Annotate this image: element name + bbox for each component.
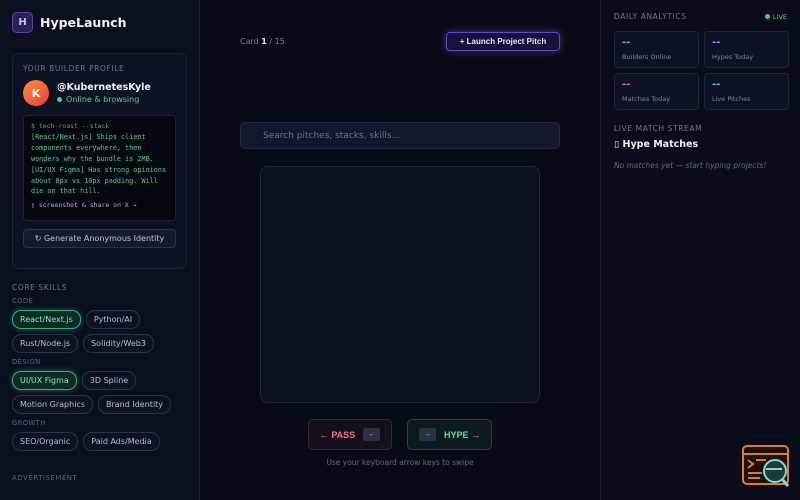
stat-label: Hypes Today (712, 53, 754, 61)
skill-chip-react-nextjs[interactable]: React/Next.js (12, 310, 81, 329)
stat-label: Builders Online (622, 53, 672, 61)
card-counter: Card 1 / 15 (240, 37, 285, 46)
online-status-text: Online & browsing (66, 95, 140, 104)
terminal-line: [React/Next.js] Ships client (31, 133, 146, 141)
skill-chip-paid-ads-media[interactable]: Paid Ads/Media (83, 432, 160, 451)
skill-chip-ui-ux-figma[interactable]: UI/UX Figma (12, 371, 77, 390)
tech-roast-terminal: $ tech-roast --stack [React/Next.js] Shi… (23, 115, 176, 221)
core-skills-title: CORE SKILLS (12, 283, 68, 292)
stat-matches-today: -- Matches Today (614, 73, 699, 110)
stat-value: -- (712, 79, 721, 90)
terminal-line: components everywhere, then (31, 143, 142, 152)
stats-grid: -- Builders Online -- Hypes Today -- Mat… (614, 31, 789, 110)
skill-chip-3d-spline[interactable]: 3D Spline (81, 371, 137, 390)
brand-logo-icon: H (12, 11, 33, 33)
share-on-x-link[interactable]: ▯ screenshot & share on X → (31, 201, 168, 209)
hype-label: HYPE → (443, 429, 480, 440)
stream-title: LIVE MATCH STREAM (614, 124, 703, 133)
stat-hypes-today: -- Hypes Today (704, 31, 789, 68)
search-input[interactable] (240, 122, 560, 149)
card-counter-total: / 15 (269, 37, 285, 46)
mascot-search-icon[interactable] (742, 445, 789, 488)
analytics-title: DAILY ANALYTICS (614, 12, 687, 21)
skill-chip-motion-graphics[interactable]: Motion Graphics (12, 395, 93, 414)
generate-identity-button[interactable]: ↻ Generate Anonymous Identity (23, 229, 176, 248)
username: @KubernetesKyle (57, 82, 151, 93)
launch-project-pitch-button[interactable]: + Launch Project Pitch (446, 32, 560, 51)
core-skills-section: CORE SKILLS CODE React/Next.js Python/AI… (12, 283, 187, 451)
right-arrow-key-icon: → (418, 428, 436, 441)
left-arrow-key-icon: ← (363, 428, 381, 441)
online-status: Online & browsing (57, 95, 151, 104)
profile-section-title: YOUR BUILDER PROFILE (23, 64, 125, 73)
brand-name: HypeLaunch (40, 14, 127, 30)
skill-chip-python-ai[interactable]: Python/AI (85, 310, 141, 329)
builder-profile-card: YOUR BUILDER PROFILE K @KubernetesKyle O… (12, 53, 187, 269)
stat-value: -- (622, 79, 631, 90)
left-sidebar: H HypeLaunch YOUR BUILDER PROFILE K @Kub… (0, 0, 200, 500)
skill-chip-solidity-web3[interactable]: Solidity/Web3 (83, 334, 154, 353)
pass-label: ← PASS (319, 429, 356, 440)
live-text: LIVE (772, 12, 787, 21)
advertisement-label: ADVERTISEMENT (12, 474, 78, 482)
stat-live-pitches: -- Live Pitches (704, 73, 789, 110)
stat-label: Matches Today (622, 95, 671, 103)
analytics-header: DAILY ANALYTICS LIVE (614, 12, 787, 21)
pitch-card[interactable] (260, 166, 540, 403)
terminal-output: [React/Next.js] Ships client components … (31, 132, 168, 197)
terminal-line: [UI/UX Figma] Has strong opinions (31, 165, 167, 174)
skill-chip-rust-nodejs[interactable]: Rust/Node.js (12, 334, 79, 353)
hype-matches-title: ▯ Hype Matches (614, 139, 699, 150)
brand[interactable]: H HypeLaunch (12, 10, 187, 34)
online-dot-icon (57, 97, 62, 102)
keyboard-hint: Use your keyboard arrow keys to swipe (326, 458, 474, 467)
skill-chips-code: React/Next.js Python/AI Rust/Node.js Sol… (12, 310, 187, 353)
card-counter-index: 1 (261, 37, 267, 46)
stat-builders-online: -- Builders Online (614, 31, 699, 68)
pass-button[interactable]: ← PASS ← (308, 419, 392, 450)
stat-value: -- (712, 37, 721, 48)
main-swipe-area: Card 1 / 15 + Launch Project Pitch ← PAS… (200, 0, 600, 500)
stat-value: -- (622, 37, 631, 48)
terminal-line: about 8px vs 10px padding. Will (31, 176, 158, 185)
skill-group-label-code: CODE (12, 297, 34, 305)
live-match-stream: LIVE MATCH STREAM ▯ Hype Matches No matc… (614, 124, 787, 170)
stat-label: Live Pitches (712, 95, 751, 103)
live-indicator: LIVE (764, 12, 787, 21)
skill-group-label-design: DESIGN (12, 358, 41, 366)
skill-chips-growth: SEO/Organic Paid Ads/Media (12, 432, 187, 451)
card-counter-label: Card (240, 37, 259, 46)
matches-empty-state: No matches yet — start hyping projects! (614, 161, 767, 170)
skill-chip-seo-organic[interactable]: SEO/Organic (12, 432, 79, 451)
terminal-line: wonders why the bundle is 2MB. (31, 154, 154, 163)
skill-chip-brand-identity[interactable]: Brand Identity (98, 395, 172, 414)
terminal-line: die on that hill. (31, 187, 101, 196)
right-sidebar: DAILY ANALYTICS LIVE -- Builders Online … (600, 0, 800, 500)
profile-row: K @KubernetesKyle Online & browsing (23, 80, 176, 106)
live-dot-icon (764, 14, 770, 19)
hype-button[interactable]: → HYPE → (407, 419, 492, 450)
avatar: K (23, 80, 49, 106)
skill-chips-design: UI/UX Figma 3D Spline Motion Graphics Br… (12, 371, 187, 414)
skill-group-label-growth: GROWTH (12, 419, 46, 427)
terminal-command: $ tech-roast --stack (31, 122, 110, 130)
